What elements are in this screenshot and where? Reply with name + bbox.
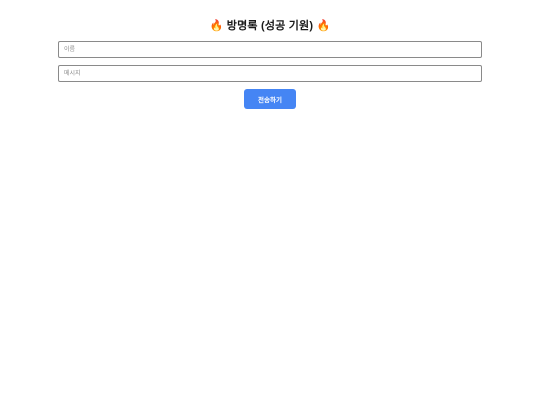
page-title: 🔥 방명록 (성공 기원) 🔥 xyxy=(0,18,540,34)
page-title-text: 방명록 (성공 기원) xyxy=(226,20,314,32)
fire-icon: 🔥 xyxy=(316,20,331,32)
name-input[interactable] xyxy=(58,41,482,58)
message-input[interactable] xyxy=(58,65,482,82)
fire-icon: 🔥 xyxy=(209,20,224,32)
guestbook-page: 🔥 방명록 (성공 기원) 🔥 전송하기 xyxy=(0,0,540,405)
submit-button[interactable]: 전송하기 xyxy=(244,89,296,109)
